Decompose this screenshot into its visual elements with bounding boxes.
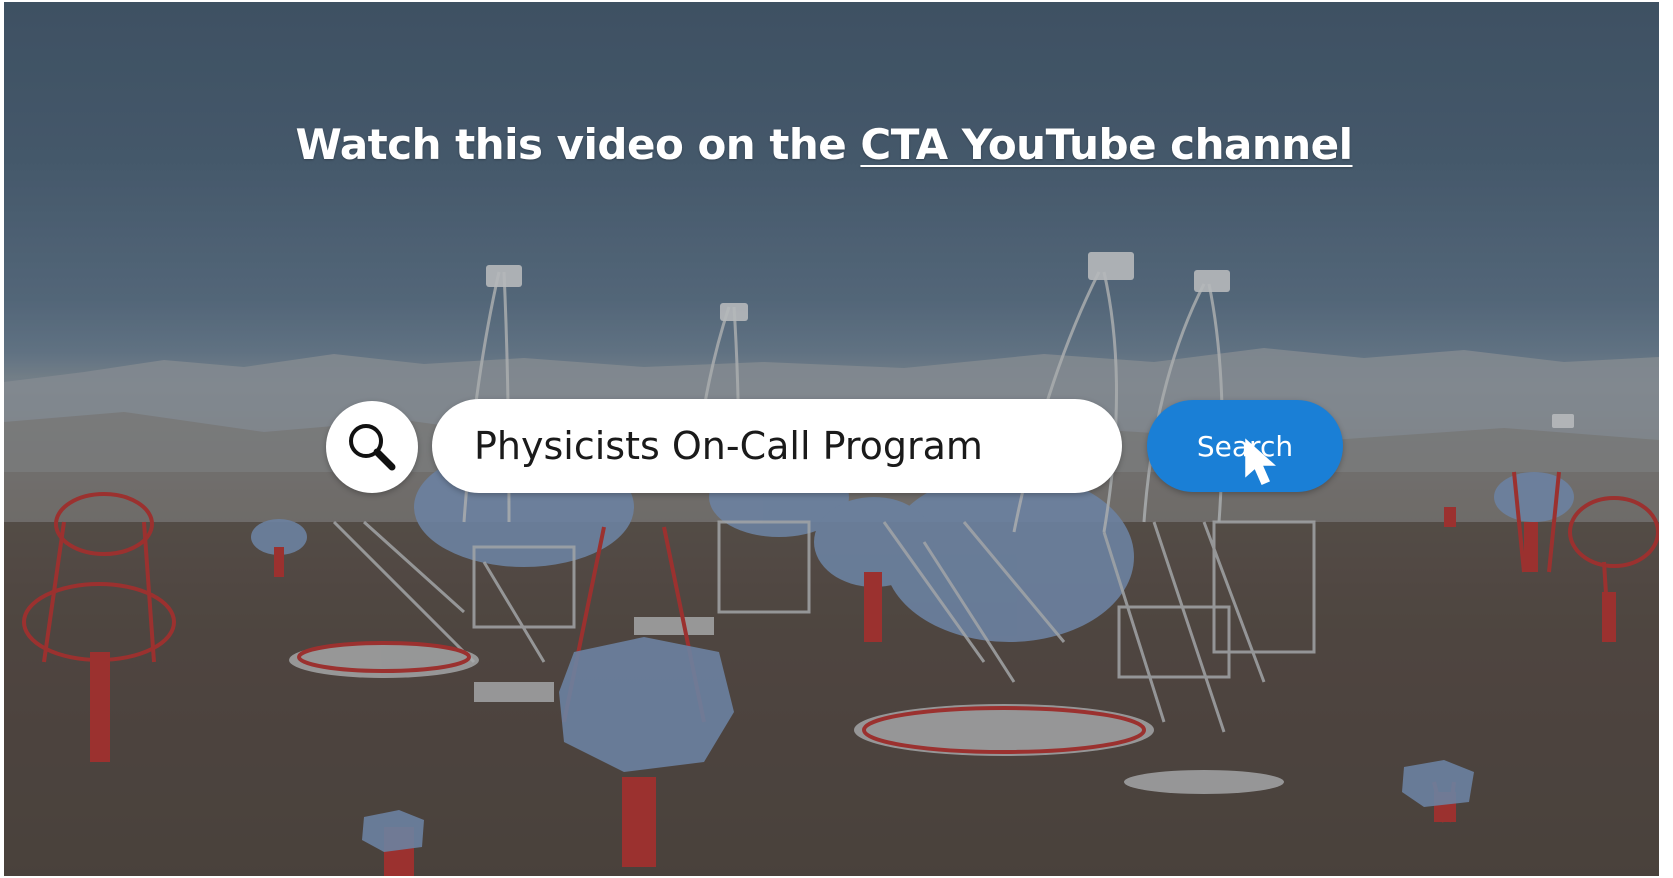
magnifier-icon xyxy=(349,424,396,471)
search-input-value: Physicists On-Call Program xyxy=(474,424,983,468)
headline-prefix: Watch this video on the xyxy=(295,120,861,169)
youtube-channel-link[interactable]: CTA YouTube channel xyxy=(860,120,1353,169)
search-input[interactable]: Physicists On-Call Program xyxy=(432,399,1122,493)
video-frame: Watch this video on the CTA YouTube chan… xyxy=(4,2,1659,876)
search-icon-circle xyxy=(326,401,418,493)
headline: Watch this video on the CTA YouTube chan… xyxy=(4,120,1644,169)
mouse-pointer-icon xyxy=(1245,438,1276,485)
